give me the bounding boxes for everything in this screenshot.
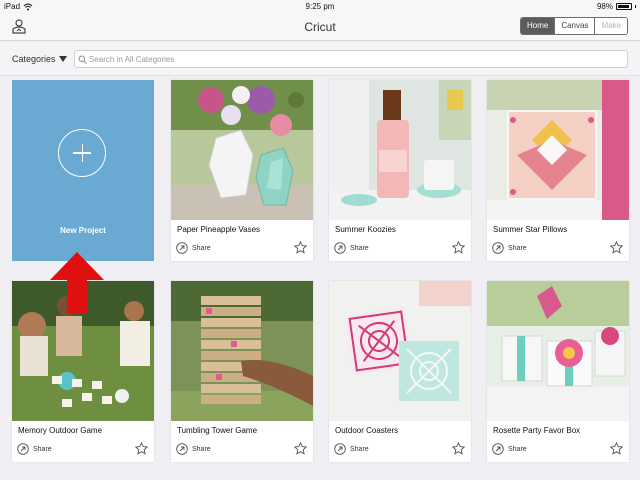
project-card-paper-pineapple-vases[interactable]: Paper Pineapple Vases Share xyxy=(171,80,313,261)
categories-label: Categories xyxy=(12,54,56,64)
share-label: Share xyxy=(350,244,369,252)
share-icon xyxy=(176,242,188,254)
favorite-star-icon[interactable] xyxy=(452,241,465,254)
favorite-star-icon[interactable] xyxy=(294,442,307,455)
status-time: 9:25 pm xyxy=(305,2,335,11)
favorite-star-icon[interactable] xyxy=(452,442,465,455)
project-image-paper-pineapple-vases xyxy=(171,80,313,220)
share-icon xyxy=(492,443,504,455)
share-button[interactable]: Share xyxy=(492,242,527,254)
project-title: Paper Pineapple Vases xyxy=(177,225,261,234)
project-image-rosette-party-favor-box xyxy=(487,281,629,421)
plus-icon xyxy=(58,129,106,177)
project-image-tumbling-tower-game xyxy=(171,281,313,421)
project-card-summer-koozies[interactable]: Summer Koozies Share xyxy=(329,80,471,261)
project-title: Summer Koozies xyxy=(335,225,396,234)
project-title: Outdoor Coasters xyxy=(335,426,399,435)
dropdown-triangle-icon xyxy=(58,56,67,62)
red-arrow-icon xyxy=(50,252,104,314)
share-button[interactable]: Share xyxy=(176,443,211,455)
new-project-label: New Project xyxy=(60,226,106,235)
share-label: Share xyxy=(350,445,369,453)
project-card-outdoor-coasters[interactable]: Outdoor Coasters Share xyxy=(329,281,471,462)
project-card-summer-star-pillows[interactable]: Summer Star Pillows Share xyxy=(487,80,629,261)
share-button[interactable]: Share xyxy=(176,242,211,254)
share-button[interactable]: Share xyxy=(492,443,527,455)
share-label: Share xyxy=(33,445,52,453)
search-icon xyxy=(78,55,87,64)
project-image-summer-koozies xyxy=(329,80,471,220)
battery-percent: 98% xyxy=(596,2,613,11)
new-project-tile[interactable]: New Project xyxy=(12,80,154,261)
canvas-tab[interactable]: Canvas xyxy=(554,18,595,34)
favorite-star-icon[interactable] xyxy=(610,241,623,254)
battery-tip xyxy=(635,5,636,8)
share-label: Share xyxy=(508,445,527,453)
project-image-outdoor-coasters xyxy=(329,281,471,421)
nav-bar: Cricut Home Canvas Make xyxy=(0,13,640,41)
share-icon xyxy=(176,443,188,455)
share-icon xyxy=(334,242,346,254)
share-label: Share xyxy=(192,244,211,252)
home-tab[interactable]: Home xyxy=(520,18,555,34)
share-icon xyxy=(334,443,346,455)
share-button[interactable]: Share xyxy=(17,443,52,455)
categories-dropdown[interactable]: Categories xyxy=(12,54,67,64)
search-input[interactable] xyxy=(89,54,609,64)
share-label: Share xyxy=(508,244,527,252)
favorite-star-icon[interactable] xyxy=(294,241,307,254)
share-icon xyxy=(492,242,504,254)
status-right: 98% xyxy=(597,2,636,11)
search-box[interactable] xyxy=(74,50,628,68)
project-title: Tumbling Tower Game xyxy=(177,426,258,435)
share-button[interactable]: Share xyxy=(334,443,369,455)
share-button[interactable]: Share xyxy=(334,242,369,254)
project-card-tumbling-tower-game[interactable]: Tumbling Tower Game Share xyxy=(171,281,313,462)
share-label: Share xyxy=(192,445,211,453)
battery-icon xyxy=(616,3,632,10)
share-icon xyxy=(17,443,29,455)
favorite-star-icon[interactable] xyxy=(610,442,623,455)
project-title: Rosette Party Favor Box xyxy=(493,426,581,435)
mode-segmented-control: Home Canvas Make xyxy=(519,17,628,35)
status-bar: iPad 9:25 pm 98% xyxy=(0,0,640,13)
search-row: Categories xyxy=(0,42,640,76)
project-title: Summer Star Pillows xyxy=(493,225,568,234)
make-tab[interactable]: Make xyxy=(594,18,627,34)
project-title: Memory Outdoor Game xyxy=(18,426,103,435)
project-image-summer-star-pillows xyxy=(487,80,629,220)
favorite-star-icon[interactable] xyxy=(135,442,148,455)
project-card-rosette-party-favor-box[interactable]: Rosette Party Favor Box Share xyxy=(487,281,629,462)
